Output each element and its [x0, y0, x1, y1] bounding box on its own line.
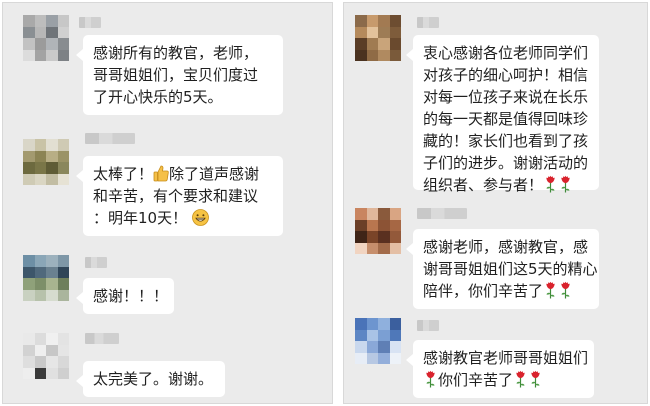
- avatar[interactable]: [355, 15, 401, 61]
- message-bubble[interactable]: 太棒了！ 除了道声感谢 和辛苦，有个要求和建议 ：明年10天！: [76, 156, 283, 236]
- message-bubble[interactable]: 衷心感谢各位老师同学们 对孩子的细心呵护！相信 对每一位孩子来说在长乐 的每一天…: [406, 35, 599, 194]
- message-bubble[interactable]: 感谢教官老师哥哥姐姐们 你们辛苦了: [406, 340, 594, 398]
- message-text: ：明年10天！: [93, 209, 188, 227]
- message-bubble[interactable]: 太完美了。谢谢。: [76, 361, 225, 397]
- chat-panel-left: 感谢所有的教官，老师， 哥哥姐姐们，宝贝们度过 了开心快乐的5天。 太棒了！ 除了…: [2, 2, 333, 404]
- avatar[interactable]: [355, 208, 401, 254]
- message-text: 太棒了！: [93, 165, 154, 183]
- rose-icon: [531, 370, 540, 388]
- message-text: 感谢教官老师哥哥姐姐们: [423, 349, 589, 367]
- avatar[interactable]: [23, 333, 69, 379]
- sender-name: [417, 17, 439, 28]
- message-bubble[interactable]: 感谢！！！: [76, 278, 174, 314]
- message-text: 除了道声感谢: [169, 165, 260, 183]
- avatar[interactable]: [23, 255, 69, 301]
- rose-icon: [426, 370, 435, 388]
- message-text: 谢哥哥姐姐们这5天的精心: [423, 260, 598, 278]
- message-text: 藏的！家长们也看到了孩: [423, 132, 589, 150]
- message-text: 衷心感谢各位老师同学们: [423, 44, 589, 62]
- rose-icon: [516, 370, 525, 388]
- message-text: 你们辛苦了: [438, 371, 514, 389]
- message-bubble[interactable]: 感谢老师，感谢教官，感 谢哥哥姐姐们这5天的精心 陪伴，你们辛苦了: [406, 229, 599, 309]
- avatar[interactable]: [23, 15, 69, 61]
- grin-emoji-icon: [191, 209, 209, 226]
- avatar[interactable]: [23, 139, 69, 185]
- message-text: 感谢老师，感谢教官，感: [423, 238, 589, 256]
- rose-icon: [546, 175, 555, 193]
- message-text: 太完美了。谢谢。: [93, 370, 214, 388]
- message-text: 组织者、参与者！: [423, 176, 544, 194]
- message-text: 和辛苦，有个要求和建议: [93, 187, 259, 205]
- message-text: 对孩子的细心呵护！相信: [423, 66, 589, 84]
- avatar[interactable]: [355, 318, 401, 364]
- message-text: 感谢所有的教官，老师，: [93, 44, 259, 62]
- rose-icon: [546, 281, 555, 299]
- sender-name: [85, 257, 107, 268]
- message-text: 哥哥姐姐们，宝贝们度过: [93, 66, 259, 84]
- sender-name: [417, 320, 439, 331]
- sender-name: [85, 133, 135, 144]
- message-bubble[interactable]: 感谢所有的教官，老师， 哥哥姐姐们，宝贝们度过 了开心快乐的5天。: [76, 35, 283, 115]
- message-text: 了开心快乐的5天。: [93, 88, 223, 106]
- message-text: 感谢！！！: [93, 287, 169, 305]
- rose-icon: [561, 175, 570, 193]
- rose-icon: [561, 281, 570, 299]
- message-text: 子们的进步。谢谢活动的: [423, 154, 589, 172]
- message-text: 陪伴，你们辛苦了: [423, 282, 544, 300]
- message-text: 对每一位孩子来说在长乐: [423, 88, 589, 106]
- sender-name: [417, 208, 467, 219]
- thumbs-up-icon: [153, 165, 169, 182]
- sender-name: [79, 17, 101, 28]
- message-text: 的每一天都是值得回味珍: [423, 110, 589, 128]
- chat-panel-right: 衷心感谢各位老师同学们 对孩子的细心呵护！相信 对每一位孩子来说在长乐 的每一天…: [343, 2, 648, 404]
- sender-name: [85, 333, 119, 344]
